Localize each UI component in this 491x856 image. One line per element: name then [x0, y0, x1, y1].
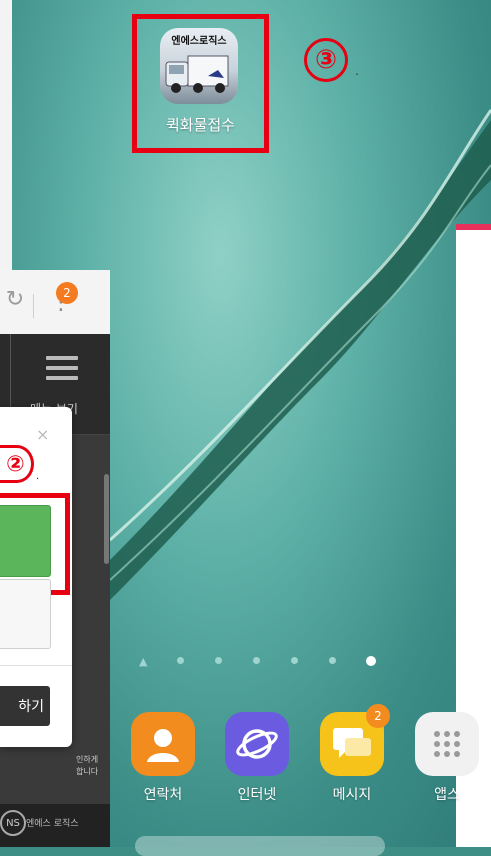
- dock-item-contacts[interactable]: 연락처: [128, 712, 198, 804]
- page-text-snippet: 인하게 합니다: [76, 754, 98, 778]
- close-icon[interactable]: ×: [36, 425, 49, 444]
- app-icon-brand: 엔에스로직스: [171, 36, 227, 47]
- page-dot[interactable]: [253, 657, 260, 664]
- messages-icon[interactable]: 2: [320, 704, 390, 776]
- page-indicator: ▲: [135, 655, 385, 668]
- page-text-line-1: 인하게: [76, 755, 99, 764]
- dock-label-messages: 메시지: [332, 787, 372, 803]
- dock-label-apps: 앱스: [434, 787, 460, 803]
- selection-dialog: × ② . 하기: [0, 407, 72, 747]
- refresh-icon[interactable]: ↻: [0, 284, 30, 314]
- app-label[interactable]: 퀵화물접수: [132, 114, 269, 135]
- dock-item-apps[interactable]: 앱스: [412, 712, 482, 804]
- notification-badge: 2: [56, 282, 78, 304]
- step-3-dot: .: [355, 64, 359, 78]
- step-2-dot: .: [36, 471, 40, 482]
- bottom-navigation-handle[interactable]: [135, 836, 385, 856]
- dock-label-internet: 인터넷: [237, 787, 277, 803]
- internet-icon[interactable]: [225, 712, 289, 776]
- messages-badge: 2: [366, 704, 390, 728]
- page-dot[interactable]: [215, 657, 222, 664]
- dock-item-messages[interactable]: 2 메시지: [317, 704, 390, 804]
- home-page-dot[interactable]: ▲: [139, 655, 147, 668]
- truck-icon: [165, 55, 229, 93]
- company-logo-name: 엔에스 로직스: [26, 819, 79, 829]
- toolbar-divider: [33, 294, 34, 318]
- step-3-marker: ③: [304, 38, 348, 82]
- dock-label-contacts: 연락처: [143, 787, 183, 803]
- background-screen-edge: [0, 0, 12, 270]
- dock-item-internet[interactable]: 인터넷: [222, 712, 292, 804]
- page-dot[interactable]: [329, 657, 336, 664]
- apps-icon[interactable]: [415, 712, 479, 776]
- page-dot[interactable]: [177, 657, 184, 664]
- page-logo-strip: NS 엔에스 로직스: [0, 804, 110, 847]
- white-option-button[interactable]: [0, 579, 51, 649]
- scrollbar-thumb[interactable]: [104, 474, 109, 564]
- active-page-dot[interactable]: [366, 656, 376, 666]
- hamburger-menu-icon[interactable]: [46, 356, 78, 386]
- page-dot[interactable]: [291, 657, 298, 664]
- browser-toolbar: ↻ ⋮ 2: [0, 270, 110, 334]
- dialog-divider: [0, 665, 72, 666]
- quick-freight-app-icon[interactable]: 엔에스로직스: [160, 28, 238, 104]
- step-2-marker: ②: [0, 445, 34, 483]
- confirm-button[interactable]: 하기: [0, 686, 50, 726]
- company-logo-icon: NS: [0, 810, 26, 836]
- page-text-line-2: 합니다: [76, 767, 99, 776]
- contacts-icon[interactable]: [131, 712, 195, 776]
